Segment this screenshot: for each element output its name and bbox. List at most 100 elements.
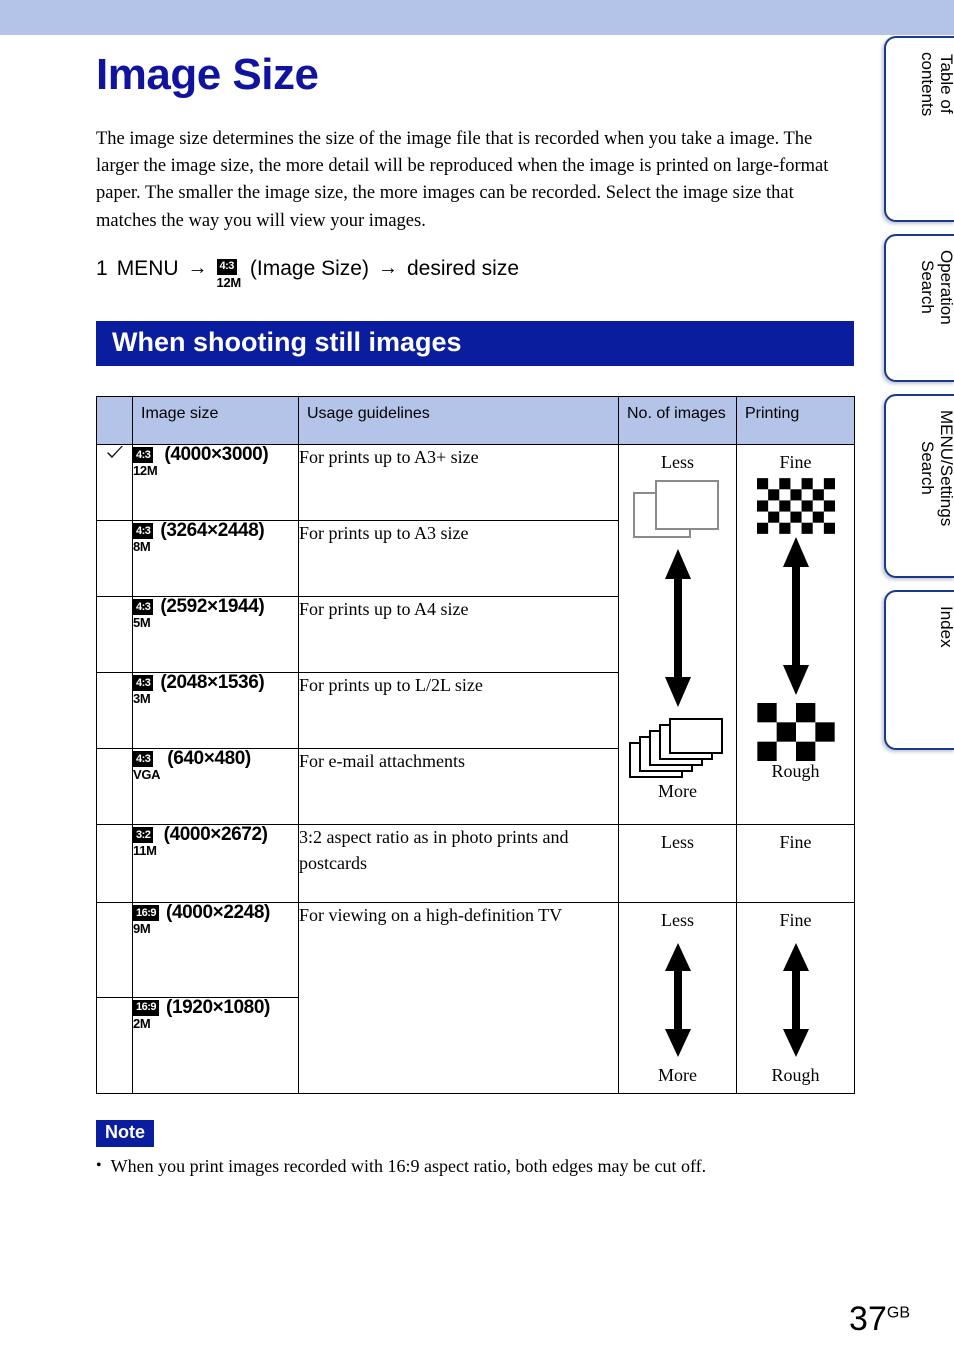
few-images-icon bbox=[619, 471, 736, 547]
page-title: Image Size bbox=[96, 50, 319, 99]
menu-step-instruction: 1 MENU → 4:3 12M (Image Size) → desired … bbox=[96, 256, 858, 290]
usage-cell: For prints up to L/2L size bbox=[298, 672, 619, 750]
scale-top-label: Fine bbox=[779, 910, 812, 931]
megapixel-label: 5M bbox=[133, 615, 151, 631]
usage-cell: For prints up to A4 size bbox=[298, 596, 619, 674]
printing-scale-cell: Fine bbox=[736, 824, 855, 904]
less-more-arrow-icon bbox=[619, 547, 736, 709]
intro-paragraph: The image size determines the size of th… bbox=[96, 129, 829, 231]
image-size-icon: 4:3 12M bbox=[133, 447, 158, 479]
page-root: Table of contents Operation Search MENU/… bbox=[0, 0, 954, 1369]
usage-cell: For prints up to A3 size bbox=[298, 520, 619, 598]
fine-rough-arrow-icon bbox=[737, 535, 854, 697]
usage-cell: For e-mail attachments bbox=[298, 748, 619, 826]
sidebar-tab-index[interactable]: Index bbox=[884, 590, 954, 750]
size-cell: 4:3 5M (2592×1944) bbox=[132, 596, 299, 674]
page-number: 37GB bbox=[849, 1300, 910, 1339]
section-heading-bar: When shooting still images bbox=[96, 321, 854, 367]
size-cell: 16:9 2M (1920×1080) bbox=[132, 996, 299, 1095]
image-size-icon: 16:9 2M bbox=[133, 999, 160, 1031]
setting-name-label: (Image Size) bbox=[249, 256, 369, 280]
selected-marker-cell bbox=[96, 596, 133, 674]
megapixel-label: 8M bbox=[133, 539, 151, 555]
aspect-ratio-badge: 3:2 bbox=[133, 827, 154, 844]
checkmark-icon bbox=[106, 446, 123, 459]
megapixel-label: 12M bbox=[133, 463, 158, 479]
scale-bottom-label: More bbox=[658, 1065, 697, 1086]
selected-marker-cell bbox=[96, 444, 133, 522]
dimensions-label: (4000×3000) bbox=[164, 444, 269, 466]
image-size-icon: 4:3 VGA bbox=[133, 751, 161, 783]
menu-label: MENU bbox=[116, 256, 179, 280]
arrow-right-icon: → bbox=[187, 256, 208, 279]
sidebar-tab-label: Table of contents bbox=[917, 52, 954, 117]
aspect-ratio-badge: 16:9 bbox=[133, 905, 160, 922]
sidebar-tab-table-of-contents[interactable]: Table of contents bbox=[884, 36, 954, 222]
note-badge: Note bbox=[96, 1120, 154, 1148]
size-cell: 4:3 VGA (640×480) bbox=[132, 748, 299, 826]
size-cell: 4:3 12M (4000×3000) bbox=[132, 444, 299, 522]
image-size-icon: 4:3 12M bbox=[216, 258, 242, 290]
image-size-icon: 3:2 11M bbox=[133, 827, 157, 858]
image-size-icon: 4:3 5M bbox=[133, 599, 154, 631]
aspect-ratio-badge: 16:9 bbox=[133, 999, 160, 1016]
size-cell: 4:3 3M (2048×1536) bbox=[132, 672, 299, 750]
selected-marker-cell bbox=[96, 748, 133, 826]
dimensions-label: (2048×1536) bbox=[160, 672, 265, 694]
scale-bottom-label: Rough bbox=[771, 1065, 820, 1086]
aspect-ratio-badge: 4:3 bbox=[133, 599, 154, 616]
printing-scale-cell: Fine Rough bbox=[736, 902, 855, 1095]
fine-rough-arrow-icon bbox=[737, 929, 854, 1059]
usage-cell: For viewing on a high-definition TV bbox=[298, 902, 619, 1095]
main-content: Image Size The image size determines the… bbox=[96, 36, 858, 1180]
selected-marker-cell bbox=[96, 824, 133, 904]
megapixel-label: 3M bbox=[133, 691, 151, 707]
fine-checkerboard-icon bbox=[737, 471, 854, 535]
note-text: When you print images recorded with 16:9… bbox=[110, 1156, 707, 1177]
megapixel-label: 12M bbox=[216, 274, 242, 290]
table-row: 16:9 9M (4000×2248) For viewing on a hig… bbox=[96, 902, 855, 1095]
sidebar-tab-label: Operation Search bbox=[917, 250, 954, 325]
megapixel-label: 11M bbox=[133, 843, 157, 859]
no-of-images-scale-cell: Less bbox=[618, 824, 737, 904]
usage-cell: 3:2 aspect ratio as in photo prints and … bbox=[298, 824, 619, 904]
dimensions-label: (4000×2248) bbox=[166, 902, 270, 924]
aspect-ratio-badge: 4:3 bbox=[133, 751, 154, 768]
scale-top-label: Less bbox=[661, 832, 694, 853]
dimensions-label: (2592×1944) bbox=[160, 596, 265, 618]
desired-size-label: desired size bbox=[406, 256, 520, 280]
scale-bottom-label: More bbox=[658, 781, 697, 802]
dimensions-label: (640×480) bbox=[167, 748, 251, 770]
column-header-no-of-images: No. of images bbox=[618, 396, 737, 446]
arrow-right-icon-2: → bbox=[377, 256, 398, 279]
megapixel-label: VGA bbox=[133, 767, 161, 783]
many-images-icon bbox=[619, 709, 736, 781]
aspect-ratio-badge: 4:3 bbox=[133, 447, 154, 464]
no-of-images-scale-cell: Less More bbox=[618, 902, 737, 1095]
scale-bottom-label: Rough bbox=[771, 761, 820, 782]
less-more-arrow-icon bbox=[619, 929, 736, 1059]
scale-top-label: Less bbox=[661, 910, 694, 931]
page-number-value: 37 bbox=[849, 1300, 887, 1338]
scale-top-label: Fine bbox=[779, 832, 812, 853]
scale-top-label: Fine bbox=[779, 452, 812, 473]
sidebar-tab-menu-settings-search[interactable]: MENU/Settings Search bbox=[884, 394, 954, 578]
table-header-row: Image size Usage guidelines No. of image… bbox=[96, 396, 855, 446]
table-row: 3:2 11M (4000×2672) 3:2 aspect ratio as … bbox=[96, 824, 855, 904]
column-header-image-size: Image size bbox=[132, 396, 299, 446]
note-item: • When you print images recorded with 16… bbox=[96, 1154, 858, 1179]
sidebar-tab-operation-search[interactable]: Operation Search bbox=[884, 234, 954, 382]
step-number: 1 bbox=[96, 256, 108, 280]
image-size-icon: 4:3 3M bbox=[133, 675, 154, 707]
dimensions-label: (3264×2448) bbox=[160, 520, 265, 542]
image-size-table: Image size Usage guidelines No. of image… bbox=[96, 396, 855, 1095]
no-of-images-scale-cell: Less bbox=[618, 444, 737, 826]
image-size-icon: 4:3 8M bbox=[133, 523, 154, 555]
column-header-check bbox=[96, 396, 133, 446]
megapixel-label: 2M bbox=[133, 1015, 151, 1031]
printing-scale-cell: Fine bbox=[736, 444, 855, 826]
page-number-region: GB bbox=[886, 1304, 910, 1322]
scale-top-label: Less bbox=[661, 452, 694, 473]
sidebar-tab-label: Index bbox=[937, 606, 954, 648]
size-cell: 4:3 8M (3264×2448) bbox=[132, 520, 299, 598]
